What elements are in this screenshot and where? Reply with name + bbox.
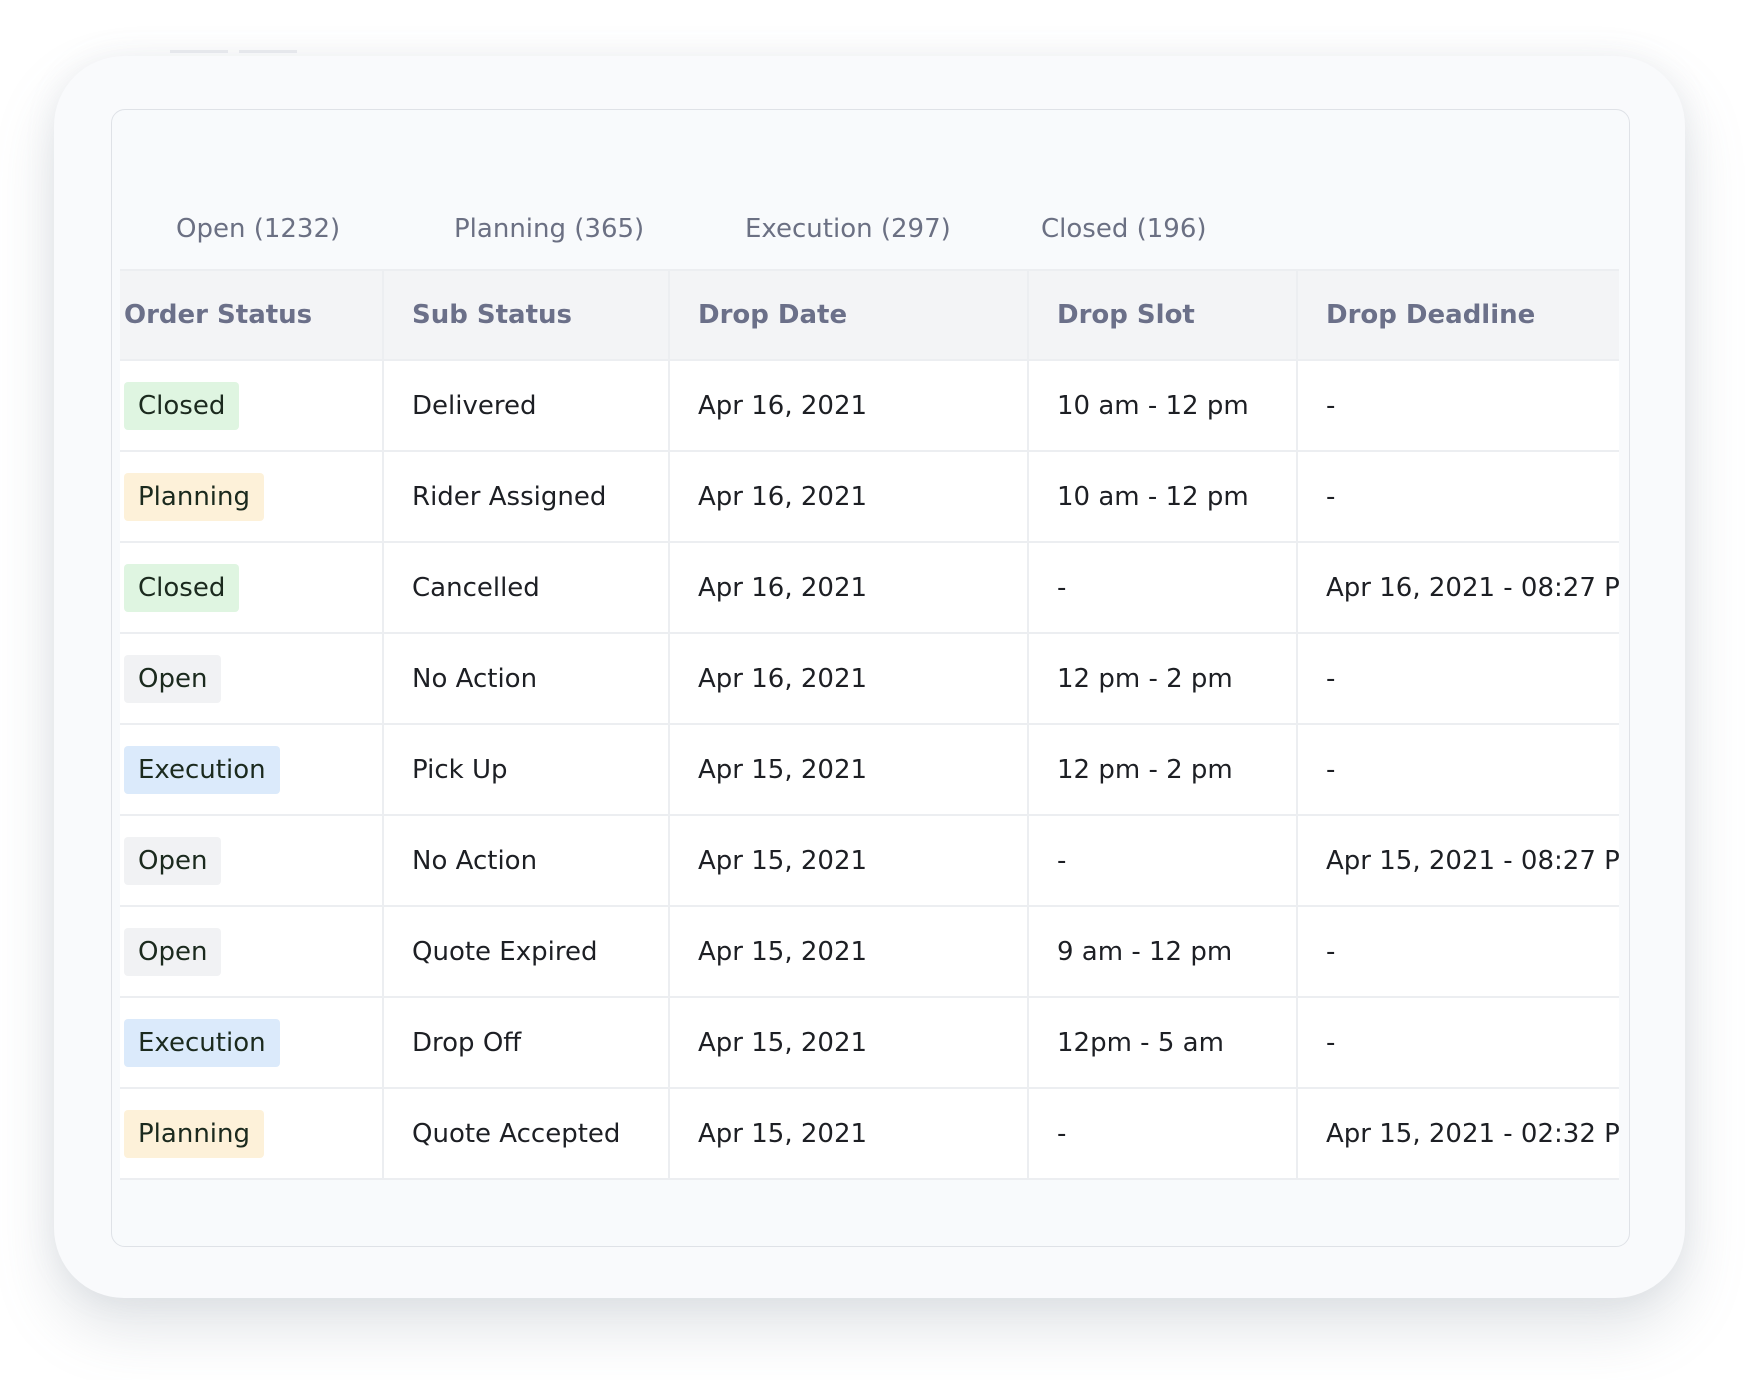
status-badge: Open (124, 927, 222, 976)
tab-execution[interactable]: Execution (297) (745, 214, 951, 244)
drop-slot-cell: 12 pm - 2 pm (1029, 725, 1298, 814)
drop-date-cell: Apr 15, 2021 (670, 907, 1029, 996)
order-status-cell: Open (120, 907, 384, 996)
drop-deadline-cell: - (1326, 390, 1336, 421)
sub-status-cell: Delivered (384, 361, 670, 450)
sub-status-cell: Quote Accepted (384, 1089, 670, 1178)
sub-status-cell: Rider Assigned (384, 452, 670, 541)
status-badge: Open (124, 836, 222, 885)
order-status-cell: Execution (120, 725, 384, 814)
drop-deadline-cell: Apr 15, 2021 - 02:32 PM (1326, 1118, 1619, 1149)
order-status-cell: Closed (120, 361, 384, 450)
status-badge: Closed (124, 381, 240, 430)
drop-deadline-cell: - (1326, 936, 1336, 967)
table-row[interactable]: Open No Action Apr 15, 2021- Apr 15, 2021 -… (120, 816, 1619, 907)
tab-planning[interactable]: Planning (365) (454, 214, 644, 244)
drop-slot-cell: - (1029, 816, 1298, 905)
sub-status-cell: Drop Off (384, 998, 670, 1087)
sub-status-cell: No Action (384, 634, 670, 723)
drop-date-cell: Apr 16, 2021 (670, 452, 1029, 541)
order-status-cell: Planning (120, 452, 384, 541)
table-row[interactable]: Open Quote Expired Apr 15, 2021 9 am - 12 p… (120, 907, 1619, 998)
sub-status-cell: No Action (384, 816, 670, 905)
drop-deadline-cell: - (1326, 754, 1336, 785)
drop-deadline-cell: Apr 15, 2021 - 08:27 PM (1326, 845, 1619, 876)
status-badge: Planning (124, 472, 264, 521)
sub-status-cell: Quote Expired (384, 907, 670, 996)
drop-date-cell: Apr 16, 2021 (670, 543, 1029, 632)
table-row[interactable]: Open No Action Apr 16, 2021 12 pm - 2 pm - (120, 634, 1619, 725)
orders-panel: Open (1232) Planning (365) Execution (29… (111, 109, 1630, 1247)
status-badge: Closed (124, 563, 240, 612)
drop-date-cell: Apr 16, 2021 (670, 361, 1029, 450)
drop-slot-cell: 9 am - 12 pm (1029, 907, 1298, 996)
sub-status-cell: Cancelled (384, 543, 670, 632)
status-tabs: Open (1232) Planning (365) Execution (29… (112, 190, 1629, 270)
status-badge: Planning (124, 1109, 264, 1158)
drop-slot-cell: 10 am - 12 pm (1029, 452, 1298, 541)
drop-date-cell: Apr 15, 2021 (670, 725, 1029, 814)
drop-slot-cell: 12pm - 5 am (1029, 998, 1298, 1087)
table-header: Order Status Sub Status Drop Date Drop S… (120, 269, 1619, 361)
drop-slot-cell: 10 am - 12 pm (1029, 361, 1298, 450)
order-status-cell: Planning (120, 1089, 384, 1178)
status-badge: Execution (124, 1018, 280, 1067)
table-row[interactable]: Closed Delivered Apr 16, 2021 10 am - 12 pm… (120, 361, 1619, 452)
header-drop-deadline[interactable]: Drop Deadline (1298, 271, 1619, 359)
table-row[interactable]: Planning Rider Assigned Apr 16, 2021 10 am … (120, 452, 1619, 543)
drop-slot-cell: - (1029, 1089, 1298, 1178)
orders-table: Order Status Sub Status Drop Date Drop S… (120, 269, 1619, 1180)
status-badge: Execution (124, 745, 280, 794)
table-row[interactable]: Execution Drop Off Apr 15, 2021 12pm - 5 am… (120, 998, 1619, 1089)
decorative-line (239, 50, 297, 53)
drop-deadline-cell: Apr 16, 2021 - 08:27 PM (1326, 572, 1619, 603)
drop-date-cell: Apr 15, 2021 (670, 1089, 1029, 1178)
table-row[interactable]: Closed Cancelled Apr 16, 2021- Apr 16, 2021… (120, 543, 1619, 634)
drop-date-cell: Apr 15, 2021 (670, 816, 1029, 905)
header-order-status[interactable]: Order Status (120, 271, 384, 359)
tab-closed[interactable]: Closed (196) (1041, 214, 1207, 244)
sub-status-cell: Pick Up (384, 725, 670, 814)
order-status-cell: Open (120, 816, 384, 905)
drop-deadline-cell: - (1326, 663, 1336, 694)
table-row[interactable]: Planning Quote Accepted Apr 15, 2021- Apr 1… (120, 1089, 1619, 1180)
order-status-cell: Execution (120, 998, 384, 1087)
drop-deadline-cell: - (1326, 481, 1336, 512)
header-drop-date[interactable]: Drop Date (670, 271, 1029, 359)
header-sub-status[interactable]: Sub Status (384, 271, 670, 359)
drop-slot-cell: 12 pm - 2 pm (1029, 634, 1298, 723)
drop-date-cell: Apr 16, 2021 (670, 634, 1029, 723)
tab-open[interactable]: Open (1232) (176, 214, 340, 244)
table-row[interactable]: Execution Pick Up Apr 15, 2021 12 pm - 2 pm… (120, 725, 1619, 816)
header-drop-slot[interactable]: Drop Slot (1029, 271, 1298, 359)
order-status-cell: Closed (120, 543, 384, 632)
drop-date-cell: Apr 15, 2021 (670, 998, 1029, 1087)
decorative-line (170, 50, 228, 53)
status-badge: Open (124, 654, 222, 703)
drop-deadline-cell: - (1326, 1027, 1336, 1058)
order-status-cell: Open (120, 634, 384, 723)
drop-slot-cell: - (1029, 543, 1298, 632)
